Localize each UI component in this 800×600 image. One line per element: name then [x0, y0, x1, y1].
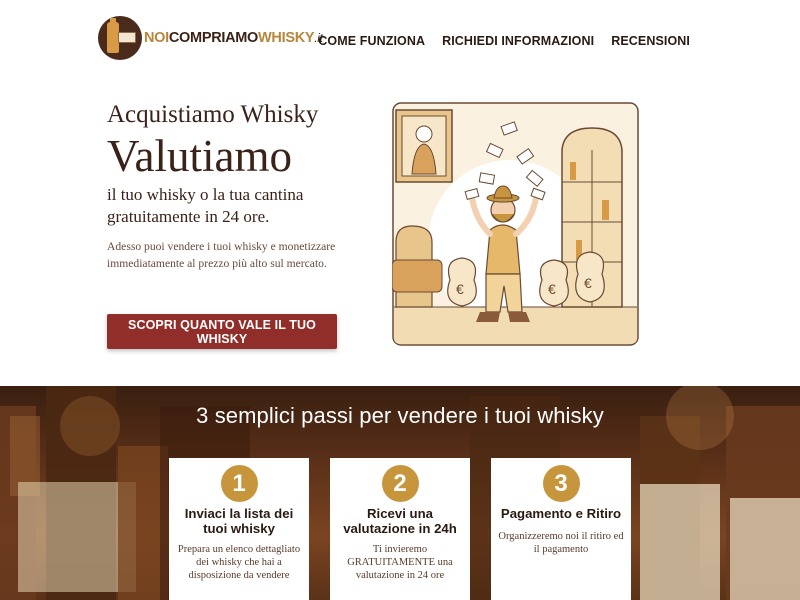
hero-subtitle: Acquistiamo Whisky [107, 101, 319, 128]
hero-text-block: Acquistiamo Whisky Valutiamo il tuo whis… [107, 100, 377, 272]
step-description: Prepara un elenco dettagliato dei whisky… [177, 544, 301, 582]
hero-title: Valutiamo [107, 131, 292, 181]
steps-section: 3 semplici passi per vendere i tuoi whis… [0, 386, 800, 600]
step-description: Organizzeremo noi il ritiro ed il pagame… [498, 531, 624, 556]
main-nav: COME FUNZIONA RICHIEDI INFORMAZIONI RECE… [318, 34, 690, 48]
logo-wordmark: NOICOMPRIAMOWHISKY.it [144, 30, 323, 46]
nav-item-richiedi-informazioni[interactable]: RICHIEDI INFORMAZIONI [442, 34, 594, 48]
hero-illustration: € € € [392, 102, 639, 346]
svg-text:€: € [584, 275, 592, 291]
site-logo[interactable]: NOICOMPRIAMOWHISKY.it [98, 16, 323, 60]
whisky-bottle-icon [98, 16, 142, 60]
step-number-badge: 2 [381, 465, 419, 502]
step-title: Inviaci la lista dei tuoi whisky [184, 506, 294, 536]
step-card-1: 1 Inviaci la lista dei tuoi whisky Prepa… [169, 458, 309, 600]
hero-description: Adesso puoi vendere i tuoi whisky e mone… [107, 240, 336, 270]
step-number-badge: 1 [220, 465, 258, 502]
nav-item-recensioni[interactable]: RECENSIONI [611, 34, 690, 48]
nav-item-come-funziona[interactable]: COME FUNZIONA [318, 34, 425, 48]
step-title: Pagamento e Ritiro [500, 506, 622, 521]
step-title: Ricevi una valutazione in 24h [343, 506, 457, 536]
value-whisky-cta-button[interactable]: SCOPRI QUANTO VALE IL TUO WHISKY [107, 314, 337, 349]
steps-title: 3 semplici passi per vendere i tuoi whis… [196, 403, 604, 428]
site-header: NOICOMPRIAMOWHISKY.it COME FUNZIONA RICH… [0, 0, 800, 86]
svg-text:€: € [456, 281, 464, 297]
svg-text:€: € [548, 281, 556, 297]
step-card-2: 2 Ricevi una valutazione in 24h Ti invie… [330, 458, 470, 600]
step-number-badge: 3 [542, 465, 580, 502]
hero-tagline: il tuo whisky o la tua cantina gratuitam… [107, 185, 304, 226]
step-description: Ti invieremo GRATUITAMENTE una valutazio… [347, 544, 453, 582]
step-card-3: 3 Pagamento e Ritiro Organizzeremo noi i… [491, 458, 631, 600]
